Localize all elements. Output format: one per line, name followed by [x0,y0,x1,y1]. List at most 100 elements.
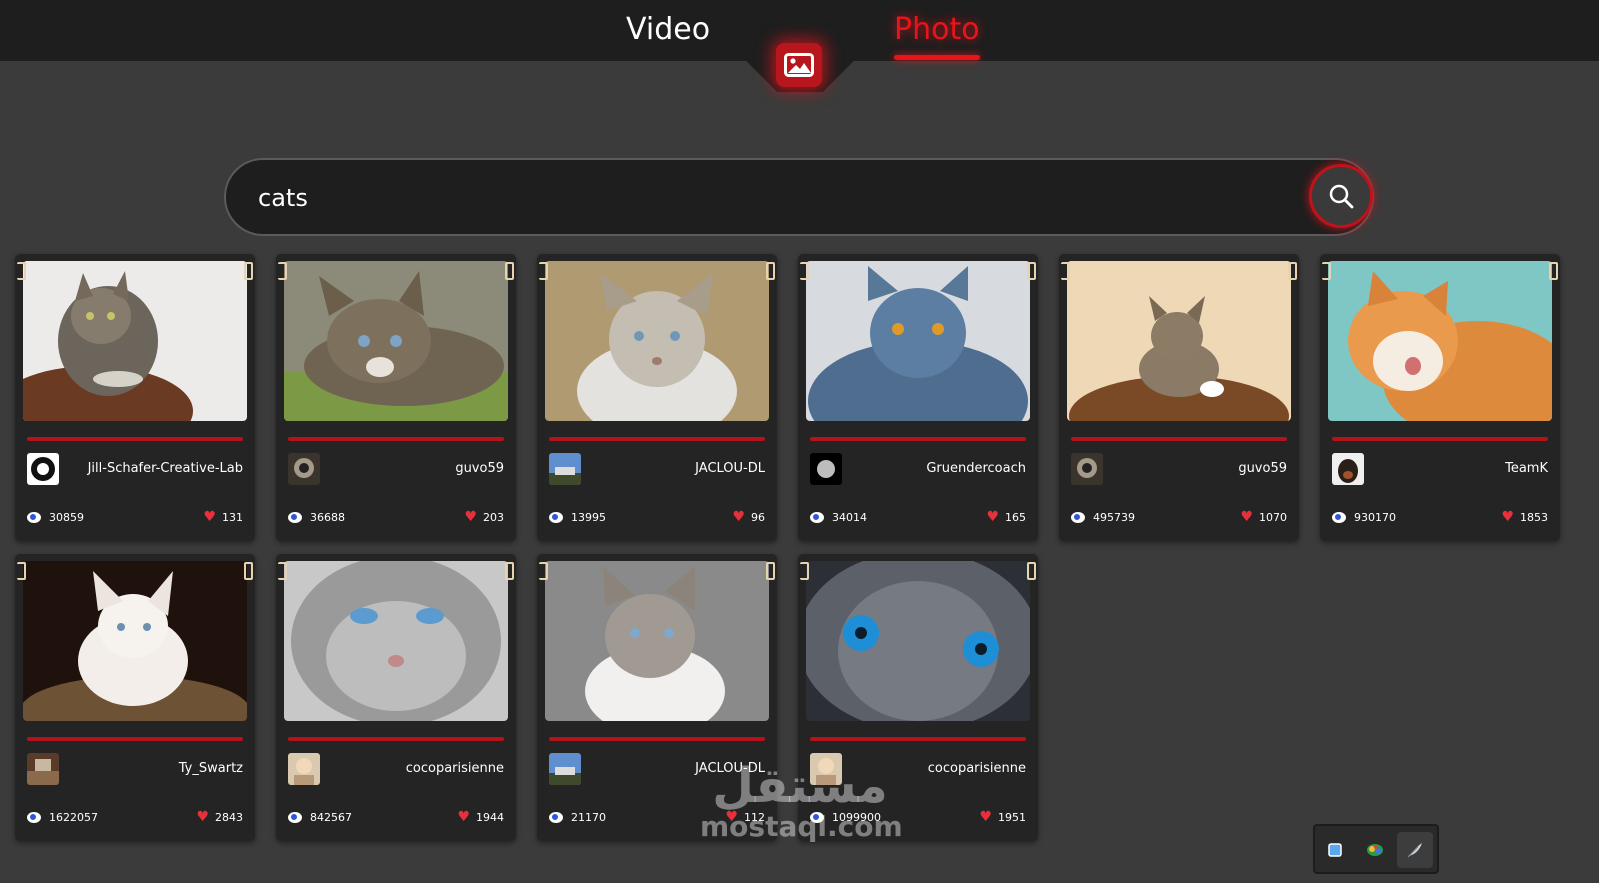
search-icon [1329,184,1354,209]
username[interactable]: Jill-Schafer-Creative-Lab [88,461,243,476]
heart-icon: ♥ [457,809,470,825]
corner-mark [1027,562,1036,580]
card-divider [810,437,1026,441]
color-wheel-icon [1367,844,1383,856]
heart-icon: ♥ [1240,509,1253,525]
photo-card[interactable]: Ty_Swartz 1622057 ♥ 2843 [15,554,255,841]
username[interactable]: Gruendercoach [926,461,1026,476]
views-count: 21170 [549,811,606,824]
corner-mark [278,562,287,580]
corner-mark [1061,262,1070,280]
views-value: 930170 [1354,511,1396,524]
username[interactable]: cocoparisienne [928,761,1026,776]
corner-mark [539,562,548,580]
heart-icon: ♥ [1501,509,1514,525]
avatar[interactable] [288,753,320,785]
corner-mark [17,562,26,580]
image-icon [784,53,814,77]
heart-icon: ♥ [196,809,209,825]
views-count: 34014 [810,511,867,524]
widget-button-feather[interactable] [1397,832,1433,868]
corner-mark [800,262,809,280]
avatar[interactable] [810,453,842,485]
avatar[interactable] [288,453,320,485]
corner-mark [1027,262,1036,280]
likes-count[interactable]: ♥ 1944 [457,809,504,825]
photo-card[interactable]: guvo59 495739 ♥ 1070 [1059,254,1299,541]
likes-count[interactable]: ♥ 2843 [196,809,243,825]
eye-icon [288,812,302,823]
widget-button-square[interactable] [1317,832,1353,868]
views-value: 13995 [571,511,606,524]
avatar[interactable] [1071,453,1103,485]
eye-icon [1071,512,1085,523]
likes-count[interactable]: ♥ 1853 [1501,509,1548,525]
photo-thumbnail[interactable] [1328,261,1552,421]
widget-button-color[interactable] [1357,832,1393,868]
photo-card[interactable]: Gruendercoach 34014 ♥ 165 [798,254,1038,541]
photo-grid: Jill-Schafer-Creative-Lab 30859 ♥ 131 guv… [15,254,1595,844]
views-count: 495739 [1071,511,1135,524]
eye-icon [549,512,563,523]
tab-photo[interactable]: Photo [894,10,980,60]
corner-mark [244,562,253,580]
views-count: 930170 [1332,511,1396,524]
likes-count[interactable]: ♥ 96 [732,510,765,524]
avatar[interactable] [27,453,59,485]
corner-mark [800,562,809,580]
views-count: 36688 [288,511,345,524]
username[interactable]: cocoparisienne [406,761,504,776]
corner-mark [505,262,514,280]
photo-thumbnail[interactable] [284,561,508,721]
views-value: 495739 [1093,511,1135,524]
username[interactable]: TeamK [1505,461,1548,476]
eye-icon [27,812,41,823]
photo-card[interactable]: cocoparisienne 842567 ♥ 1944 [276,554,516,841]
photo-thumbnail[interactable] [545,261,769,421]
photo-thumbnail[interactable] [545,561,769,721]
feather-icon [1407,843,1422,858]
photo-thumbnail[interactable] [23,561,247,721]
views-count: 842567 [288,811,352,824]
photo-thumbnail[interactable] [284,261,508,421]
likes-value: 1853 [1520,511,1548,524]
tab-video[interactable]: Video [626,10,710,50]
likes-count[interactable]: ♥ 1951 [979,810,1026,824]
views-value: 842567 [310,811,352,824]
watermark-latin: mostaql.com [700,810,903,843]
corner-mark [505,562,514,580]
photo-thumbnail[interactable] [1067,261,1291,421]
search-input[interactable] [256,172,1240,224]
photo-card[interactable]: Jill-Schafer-Creative-Lab 30859 ♥ 131 [15,254,255,541]
eye-icon [549,812,563,823]
likes-count[interactable]: ♥ 131 [203,510,243,524]
watermark-arabic: مستقل [712,758,888,814]
photo-card[interactable]: JACLOU-DL 13995 ♥ 96 [537,254,777,541]
corner-mark [1322,262,1331,280]
username[interactable]: guvo59 [1238,461,1287,476]
card-divider [549,737,765,741]
eye-icon [27,512,41,523]
heart-icon: ♥ [464,509,477,525]
corner-mark [1549,262,1558,280]
photo-mode-button[interactable] [776,43,822,87]
likes-value: 165 [1005,511,1026,524]
photo-thumbnail[interactable] [23,261,247,421]
likes-count[interactable]: ♥ 203 [464,509,504,525]
likes-count[interactable]: ♥ 1070 [1240,509,1287,525]
search-button[interactable] [1309,164,1373,228]
views-value: 1622057 [49,811,98,824]
photo-card[interactable]: TeamK 930170 ♥ 1853 [1320,254,1560,541]
photo-card[interactable]: guvo59 36688 ♥ 203 [276,254,516,541]
username[interactable]: JACLOU-DL [695,461,765,476]
username[interactable]: guvo59 [455,461,504,476]
username[interactable]: Ty_Swartz [179,761,243,776]
photo-thumbnail[interactable] [806,561,1030,721]
avatar[interactable] [549,453,581,485]
photo-thumbnail[interactable] [806,261,1030,421]
likes-count[interactable]: ♥ 165 [986,510,1026,524]
avatar[interactable] [1332,453,1364,485]
avatar[interactable] [27,753,59,785]
card-divider [1332,437,1548,441]
avatar[interactable] [549,753,581,785]
